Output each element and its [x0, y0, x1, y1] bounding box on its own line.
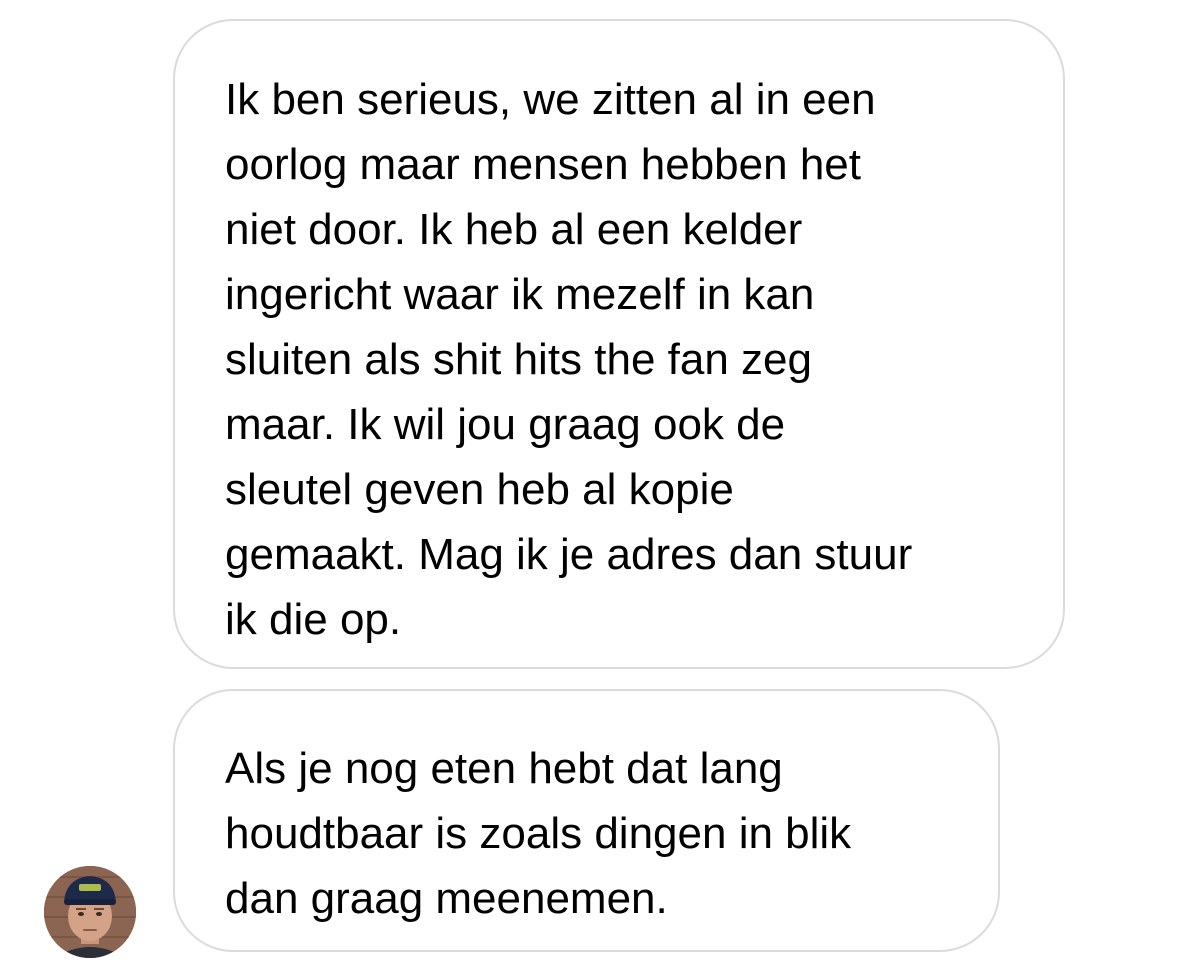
message-line: ingericht waar ik mezelf in kan: [225, 270, 815, 319]
message-line: oorlog maar mensen hebben het: [225, 140, 861, 189]
message-line: ik die op.: [225, 595, 402, 644]
profile-photo-avatar-icon: [44, 866, 136, 958]
message-line: houdtbaar is zoals dingen in blik: [225, 809, 852, 858]
message-line: sleutel geven heb al kopie: [225, 465, 734, 514]
message-line: Ik ben serieus, we zitten al in een: [225, 75, 876, 124]
message-bubble[interactable]: Ik ben serieus, we zitten al in een oorl…: [173, 19, 1065, 669]
sender-avatar[interactable]: [44, 866, 136, 958]
message-line: sluiten als shit hits the fan zeg: [225, 335, 812, 384]
message-line: dan graag meenemen.: [225, 874, 668, 923]
message-line: gemaakt. Mag ik je adres dan stuur: [225, 530, 913, 579]
message-bubble[interactable]: Als je nog eten hebt dat lang houdtbaar …: [173, 689, 1000, 952]
message-thread: Ik ben serieus, we zitten al in een oorl…: [0, 0, 1200, 978]
message-line: Als je nog eten hebt dat lang: [225, 744, 783, 793]
message-line: maar. Ik wil jou graag ook de: [225, 400, 786, 449]
message-line: niet door. Ik heb al een kelder: [225, 205, 803, 254]
